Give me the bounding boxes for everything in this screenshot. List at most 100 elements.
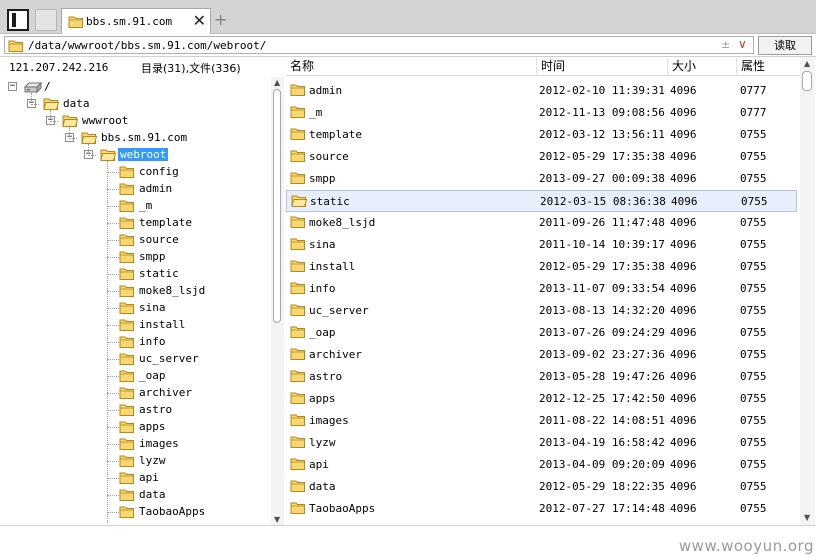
file-time: 2011-10-14 10:39:17 [539, 238, 665, 251]
table-row[interactable]: api 2013-04-09 09:20:09 4096 0755 [286, 454, 797, 476]
table-row[interactable]: moke8_lsjd 2011-09-26 11:47:48 4096 0755 [286, 212, 797, 234]
tree-item-child[interactable]: mobile [4, 521, 270, 523]
tree-label: info [139, 335, 166, 348]
file-attr: 0755 [740, 128, 767, 141]
table-row[interactable]: template 2012-03-12 13:56:11 4096 0755 [286, 124, 797, 146]
file-name: lyzw [309, 436, 336, 449]
tree-scroll-thumb[interactable] [273, 89, 281, 323]
tree-item-child[interactable]: api [4, 470, 270, 487]
tree-item-root[interactable]: − / [4, 79, 270, 96]
folder-open-icon [291, 194, 308, 208]
tree-item-child[interactable]: smpp [4, 249, 270, 266]
column-size[interactable]: 大小 [667, 58, 737, 75]
table-row[interactable]: _m 2012-11-13 09:08:56 4096 0777 [286, 102, 797, 124]
tree-item-data[interactable]: − data [4, 96, 270, 113]
list-scroll-thumb[interactable] [802, 71, 812, 91]
tree-label: data [63, 97, 90, 110]
tree-label: source [139, 233, 179, 246]
tree-item-child[interactable]: uc_server [4, 351, 270, 368]
options-icon[interactable]: ± [721, 38, 730, 51]
table-row[interactable]: data 2012-05-29 18:22:35 4096 0755 [286, 476, 797, 498]
file-attr: 0755 [740, 392, 767, 405]
new-tab-icon[interactable]: + [214, 10, 227, 29]
table-row[interactable]: admin 2012-02-10 11:39:31 4096 0777 [286, 80, 797, 102]
tree-item-child[interactable]: archiver [4, 385, 270, 402]
sidebar-toggle-icon[interactable] [7, 9, 29, 31]
tree-connector [107, 393, 119, 394]
table-row[interactable]: smpp 2013-09-27 00:09:38 4096 0755 [286, 168, 797, 190]
tree-item-child[interactable]: template [4, 215, 270, 232]
tree-item-child[interactable]: astro [4, 402, 270, 419]
tree-item-child[interactable]: admin [4, 181, 270, 198]
file-size: 4096 [670, 502, 697, 515]
table-row[interactable]: _oap 2013-07-26 09:24:29 4096 0755 [286, 322, 797, 344]
tree-label: apps [139, 420, 166, 433]
tree-connector [107, 359, 119, 360]
tree-connector [31, 104, 39, 105]
scroll-up-icon[interactable]: ▲ [274, 78, 280, 87]
tree-item-child[interactable]: config [4, 164, 270, 181]
close-icon[interactable]: ✕ [193, 11, 206, 30]
tree-item-child[interactable]: data [4, 487, 270, 504]
tree-connector [107, 342, 119, 343]
folder-icon [290, 391, 306, 405]
column-attr[interactable]: 属性 [736, 58, 800, 75]
table-row[interactable]: install 2012-05-29 17:35:38 4096 0755 [286, 256, 797, 278]
tree-item-child[interactable]: static [4, 266, 270, 283]
file-attr: 0755 [740, 150, 767, 163]
tree-label: install [139, 318, 186, 331]
table-row[interactable]: sina 2011-10-14 10:39:17 4096 0755 [286, 234, 797, 256]
tree-item-child[interactable]: lyzw [4, 453, 270, 470]
table-row[interactable]: astro 2013-05-28 19:47:26 4096 0755 [286, 366, 797, 388]
address-bar: /data/wwwroot/bbs.sm.91.com/webroot/ ± ∨… [0, 34, 816, 57]
table-row[interactable]: static 2012-03-15 08:36:38 4096 0755 [286, 190, 797, 212]
file-time: 2013-04-19 16:58:42 [539, 436, 665, 449]
column-time[interactable]: 时间 [536, 58, 668, 75]
tree-item-child[interactable]: info [4, 334, 270, 351]
path-input[interactable]: /data/wwwroot/bbs.sm.91.com/webroot/ ± ∨ [4, 36, 754, 54]
ghost-tab-icon[interactable] [35, 9, 57, 31]
tree-item-child[interactable]: _oap [4, 368, 270, 385]
tree-item-site[interactable]: − bbs.sm.91.com [4, 130, 270, 147]
tree-item-child[interactable]: sina [4, 300, 270, 317]
read-button[interactable]: 读取 [758, 36, 812, 55]
tree-item-webroot[interactable]: − webroot [4, 147, 270, 164]
file-time: 2013-07-26 09:24:29 [539, 326, 665, 339]
tree-item-child[interactable]: images [4, 436, 270, 453]
table-row[interactable]: lyzw 2013-04-19 16:58:42 4096 0755 [286, 432, 797, 454]
table-row[interactable]: TaobaoApps 2012-07-27 17:14:48 4096 0755 [286, 498, 797, 520]
list-scrollbar[interactable]: ▲ ▼ [800, 57, 815, 525]
table-row[interactable]: apps 2012-12-25 17:42:50 4096 0755 [286, 388, 797, 410]
folder-icon [119, 216, 135, 230]
folder-icon [119, 301, 135, 315]
tree-item-child[interactable]: moke8_lsjd [4, 283, 270, 300]
tree-scrollbar[interactable]: ▲ ▼ [271, 77, 284, 525]
folder-icon [119, 420, 135, 434]
scroll-down-icon[interactable]: ▼ [274, 515, 280, 524]
column-name[interactable]: 名称 [286, 58, 538, 75]
table-row[interactable]: images 2011-08-22 14:08:51 4096 0755 [286, 410, 797, 432]
tree-item-child[interactable]: install [4, 317, 270, 334]
table-row[interactable]: source 2012-05-29 17:35:38 4096 0755 [286, 146, 797, 168]
tree-item-child[interactable]: TaobaoApps [4, 504, 270, 521]
folder-icon [119, 250, 135, 264]
table-row[interactable]: archiver 2013-09-02 23:27:36 4096 0755 [286, 344, 797, 366]
collapse-icon[interactable]: − [8, 82, 17, 91]
tree-item-child[interactable]: _m [4, 198, 270, 215]
scroll-up-icon[interactable]: ▲ [804, 59, 810, 68]
file-name: sina [309, 238, 336, 251]
tree-item-child[interactable]: source [4, 232, 270, 249]
tree-connector [88, 144, 89, 152]
folder-icon [68, 15, 84, 29]
file-size: 4096 [670, 480, 697, 493]
file-attr: 0777 [740, 84, 767, 97]
tree-connector [107, 325, 119, 326]
table-row[interactable]: uc_server 2013-08-13 14:32:20 4096 0755 [286, 300, 797, 322]
scroll-down-icon[interactable]: ▼ [804, 513, 810, 522]
table-row[interactable]: info 2013-11-07 09:33:54 4096 0755 [286, 278, 797, 300]
tab-bbs[interactable]: bbs.sm.91.com ✕ [61, 8, 211, 34]
tree-item-wwwroot[interactable]: − wwwroot [4, 113, 270, 130]
chevron-down-icon[interactable]: ∨ [738, 37, 747, 51]
tree-item-child[interactable]: apps [4, 419, 270, 436]
tree-connector [88, 155, 96, 156]
